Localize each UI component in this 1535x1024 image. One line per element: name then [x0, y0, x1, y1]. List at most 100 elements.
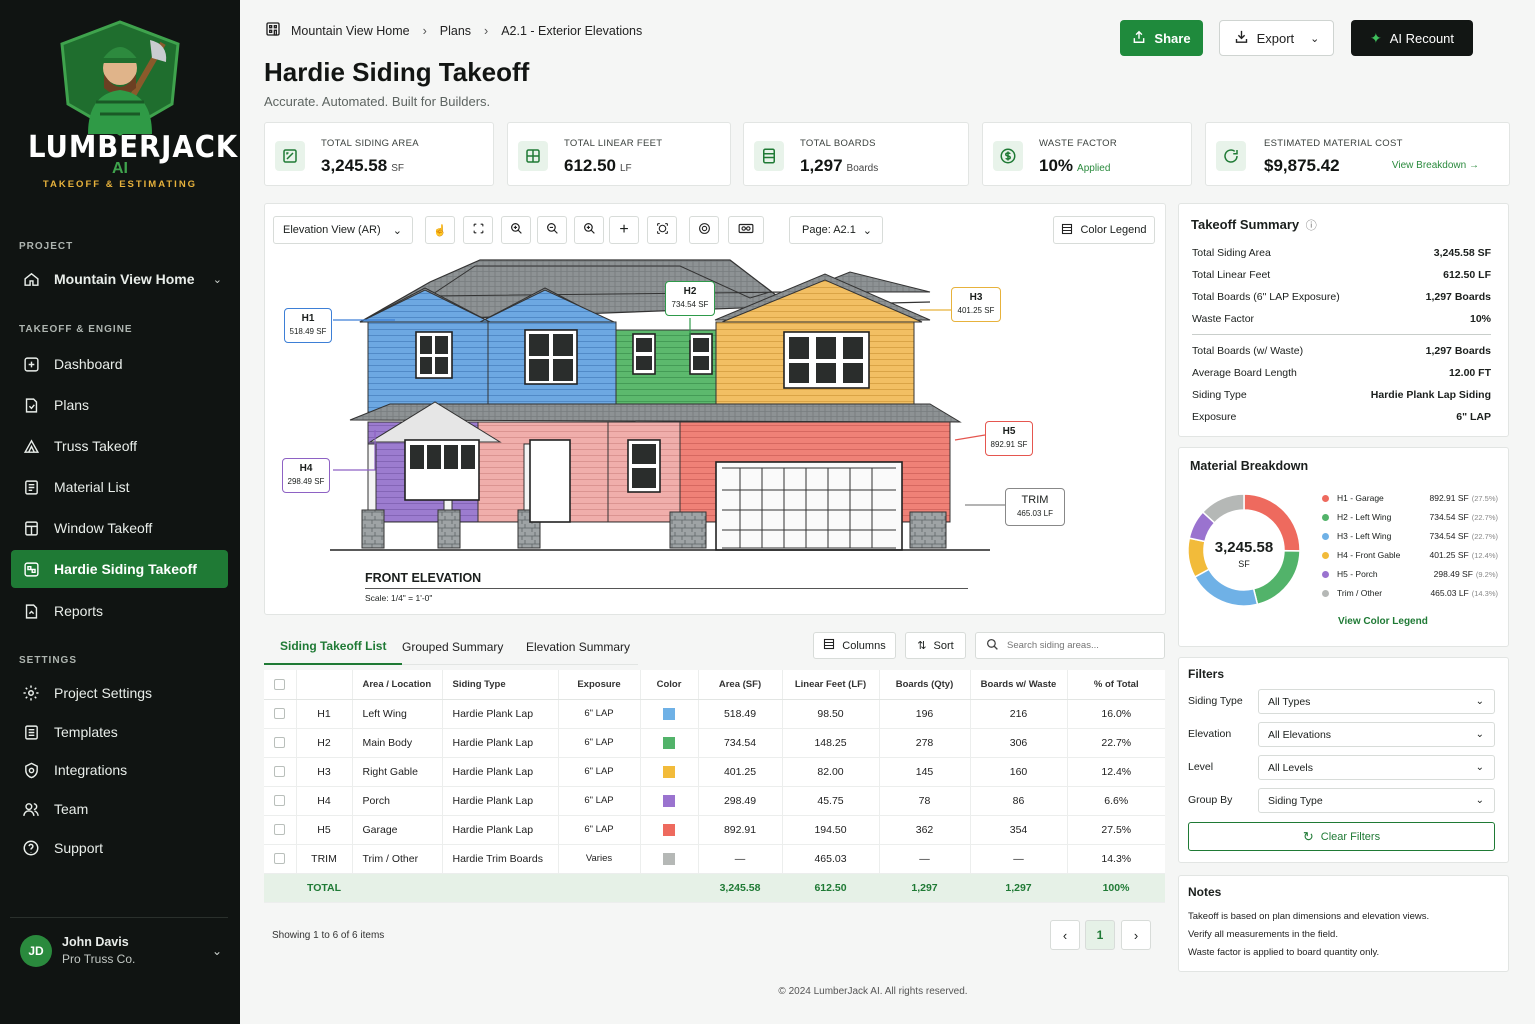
tab-elevation-summary[interactable]: Elevation Summary — [526, 628, 630, 665]
sidebar-item-integrations[interactable]: Integrations — [11, 751, 228, 789]
capture-button[interactable] — [689, 216, 719, 244]
project-selector[interactable]: Mountain View Home ⌄ — [11, 260, 228, 298]
clear-filters-button[interactable]: ↻ Clear Filters — [1188, 822, 1495, 851]
donut-center-unit: SF — [1238, 559, 1250, 569]
row-checkbox[interactable] — [264, 815, 297, 845]
note-line: Waste factor is applied to board quantit… — [1188, 947, 1380, 958]
sidebar-item-truss-takeoff[interactable]: Truss Takeoff — [11, 427, 228, 465]
chevron-right-icon: › — [484, 23, 489, 38]
col-boards[interactable]: Boards (Qty) — [879, 670, 971, 700]
table-row[interactable]: H5 Garage Hardie Plank Lap 6" LAP 892.91 194.… — [264, 815, 1165, 845]
next-page-button[interactable]: › — [1121, 920, 1151, 950]
callout-h1[interactable]: H1 518.49 SF — [284, 308, 332, 343]
footer: © 2024 LumberJack AI. All rights reserve… — [778, 986, 968, 997]
view-breakdown-link[interactable]: View Breakdown → — [1392, 160, 1479, 171]
filter-select[interactable]: All Levels ⌄ — [1258, 755, 1495, 780]
table-row[interactable]: H1 Left Wing Hardie Plank Lap 6" LAP 518.49 9… — [264, 699, 1165, 729]
color-swatch — [663, 794, 675, 807]
sort-button[interactable]: ⇅ Sort — [905, 632, 966, 659]
summary-key: Siding Type — [1192, 389, 1247, 401]
row-checkbox[interactable] — [264, 786, 297, 816]
col-area-location[interactable]: Area / Location — [352, 670, 443, 700]
row-siding-type: Hardie Plank Lap — [442, 699, 559, 729]
callout-h4[interactable]: H4 298.49 SF — [282, 458, 330, 493]
col-siding-type[interactable]: Siding Type — [442, 670, 559, 700]
page-1-button[interactable]: 1 — [1085, 920, 1115, 950]
row-linear-feet: 82.00 — [782, 757, 880, 787]
view-color-legend-link[interactable]: View Color Legend — [1338, 616, 1428, 627]
export-button[interactable]: Export ⌄ — [1219, 20, 1334, 56]
share-button[interactable]: Share — [1120, 20, 1203, 56]
row-checkbox[interactable] — [264, 699, 297, 729]
col-exposure[interactable]: Exposure — [558, 670, 641, 700]
table-row[interactable]: H3 Right Gable Hardie Plank Lap 6" LAP 401.2… — [264, 757, 1165, 787]
breadcrumb-plans[interactable]: Plans — [440, 24, 471, 38]
sidebar-item-label: Team — [54, 801, 89, 817]
layers-button[interactable] — [728, 216, 764, 244]
user-menu[interactable]: JD John Davis Pro Truss Co. ⌄ — [10, 917, 228, 983]
integrations-icon — [21, 760, 41, 780]
columns-button[interactable]: Columns — [813, 632, 896, 659]
sidebar-item-templates[interactable]: Templates — [11, 713, 228, 751]
col-linear-feet[interactable]: Linear Feet (LF) — [782, 670, 880, 700]
table-row[interactable]: H4 Porch Hardie Plank Lap 6" LAP 298.49 45.75… — [264, 786, 1165, 816]
table-row[interactable]: H2 Main Body Hardie Plank Lap 6" LAP 734.54 1… — [264, 728, 1165, 758]
callout-trim[interactable]: TRIM 465.03 LF — [1005, 488, 1065, 526]
tab-grouped-summary[interactable]: Grouped Summary — [402, 628, 503, 665]
row-area: 892.91 — [698, 815, 783, 845]
row-checkbox[interactable] — [264, 728, 297, 758]
search-input[interactable] — [1007, 640, 1147, 651]
zoom-out-button[interactable] — [537, 216, 567, 244]
color-legend-button[interactable]: Color Legend — [1053, 216, 1155, 244]
col-color[interactable]: Color — [640, 670, 699, 700]
sidebar-item-plans[interactable]: Plans — [11, 386, 228, 424]
callout-h3[interactable]: H3 401.25 SF — [951, 287, 1001, 322]
row-boards-waste: 354 — [970, 815, 1068, 845]
row-exposure: 6" LAP — [558, 786, 641, 816]
prev-page-button[interactable]: ‹ — [1050, 920, 1080, 950]
sidebar-item-hardie-siding-takeoff[interactable]: Hardie Siding Takeoff — [11, 550, 228, 588]
sidebar-item-window-takeoff[interactable]: Window Takeoff — [11, 509, 228, 547]
sidebar-item-support[interactable]: Support — [11, 829, 228, 867]
ai-recount-button[interactable]: ✦ AI Recount — [1351, 20, 1473, 56]
legend-value: 892.91 SF — [1429, 493, 1469, 503]
tab-siding-takeoff-list[interactable]: Siding Takeoff List — [264, 628, 403, 665]
zoom-in-button[interactable] — [501, 216, 531, 244]
pan-tool-button[interactable]: ☝ — [425, 216, 455, 244]
sidebar-item-team[interactable]: Team — [11, 790, 228, 828]
legend-name: H5 - Porch — [1337, 569, 1378, 579]
chevron-down-icon: ⌄ — [211, 943, 222, 958]
add-marker-button[interactable]: + — [609, 216, 639, 244]
legend-pct: (14.3%) — [1471, 588, 1498, 598]
callout-h5[interactable]: H5 892.91 SF — [985, 421, 1033, 456]
select-all-checkbox[interactable] — [264, 670, 297, 700]
view-select[interactable]: Elevation View (AR) ⌄ — [273, 216, 413, 244]
color-legend-label: Color Legend — [1080, 224, 1147, 236]
row-checkbox[interactable] — [264, 844, 297, 874]
breadcrumb-sheet[interactable]: A2.1 - Exterior Elevations — [501, 24, 642, 38]
sidebar-item-material-list[interactable]: Material List — [11, 468, 228, 506]
breadcrumb-project[interactable]: Mountain View Home — [291, 24, 410, 38]
sidebar-item-reports[interactable]: Reports — [11, 592, 228, 630]
row-checkbox[interactable] — [264, 757, 297, 787]
filter-select[interactable]: All Elevations ⌄ — [1258, 722, 1495, 747]
col-area-sf[interactable]: Area (SF) — [698, 670, 783, 700]
row-siding-type: Hardie Plank Lap — [442, 815, 559, 845]
select-tool-button[interactable] — [463, 216, 493, 244]
table-row[interactable]: TRIM Trim / Other Hardie Trim Boards Varies… — [264, 844, 1165, 874]
zoom-fit-button[interactable] — [574, 216, 604, 244]
legend-pct: (22.7%) — [1471, 512, 1498, 522]
callout-h2[interactable]: H2 734.54 SF — [665, 281, 715, 316]
search-field[interactable] — [975, 632, 1165, 659]
filter-select[interactable]: Siding Type ⌄ — [1258, 788, 1495, 813]
sort-icon: ⇅ — [917, 640, 927, 652]
measure-button[interactable] — [647, 216, 677, 244]
col-pct-total[interactable]: % of Total — [1067, 670, 1165, 700]
grid-icon — [518, 141, 548, 171]
sidebar-item-dashboard[interactable]: Dashboard — [11, 345, 228, 383]
page-select[interactable]: Page: A2.1 ⌄ — [789, 216, 883, 244]
sidebar-item-project-settings[interactable]: Project Settings — [11, 674, 228, 712]
col-boards-waste[interactable]: Boards w/ Waste — [970, 670, 1068, 700]
filter-select[interactable]: All Types ⌄ — [1258, 689, 1495, 714]
row-linear-feet: 465.03 — [782, 844, 880, 874]
